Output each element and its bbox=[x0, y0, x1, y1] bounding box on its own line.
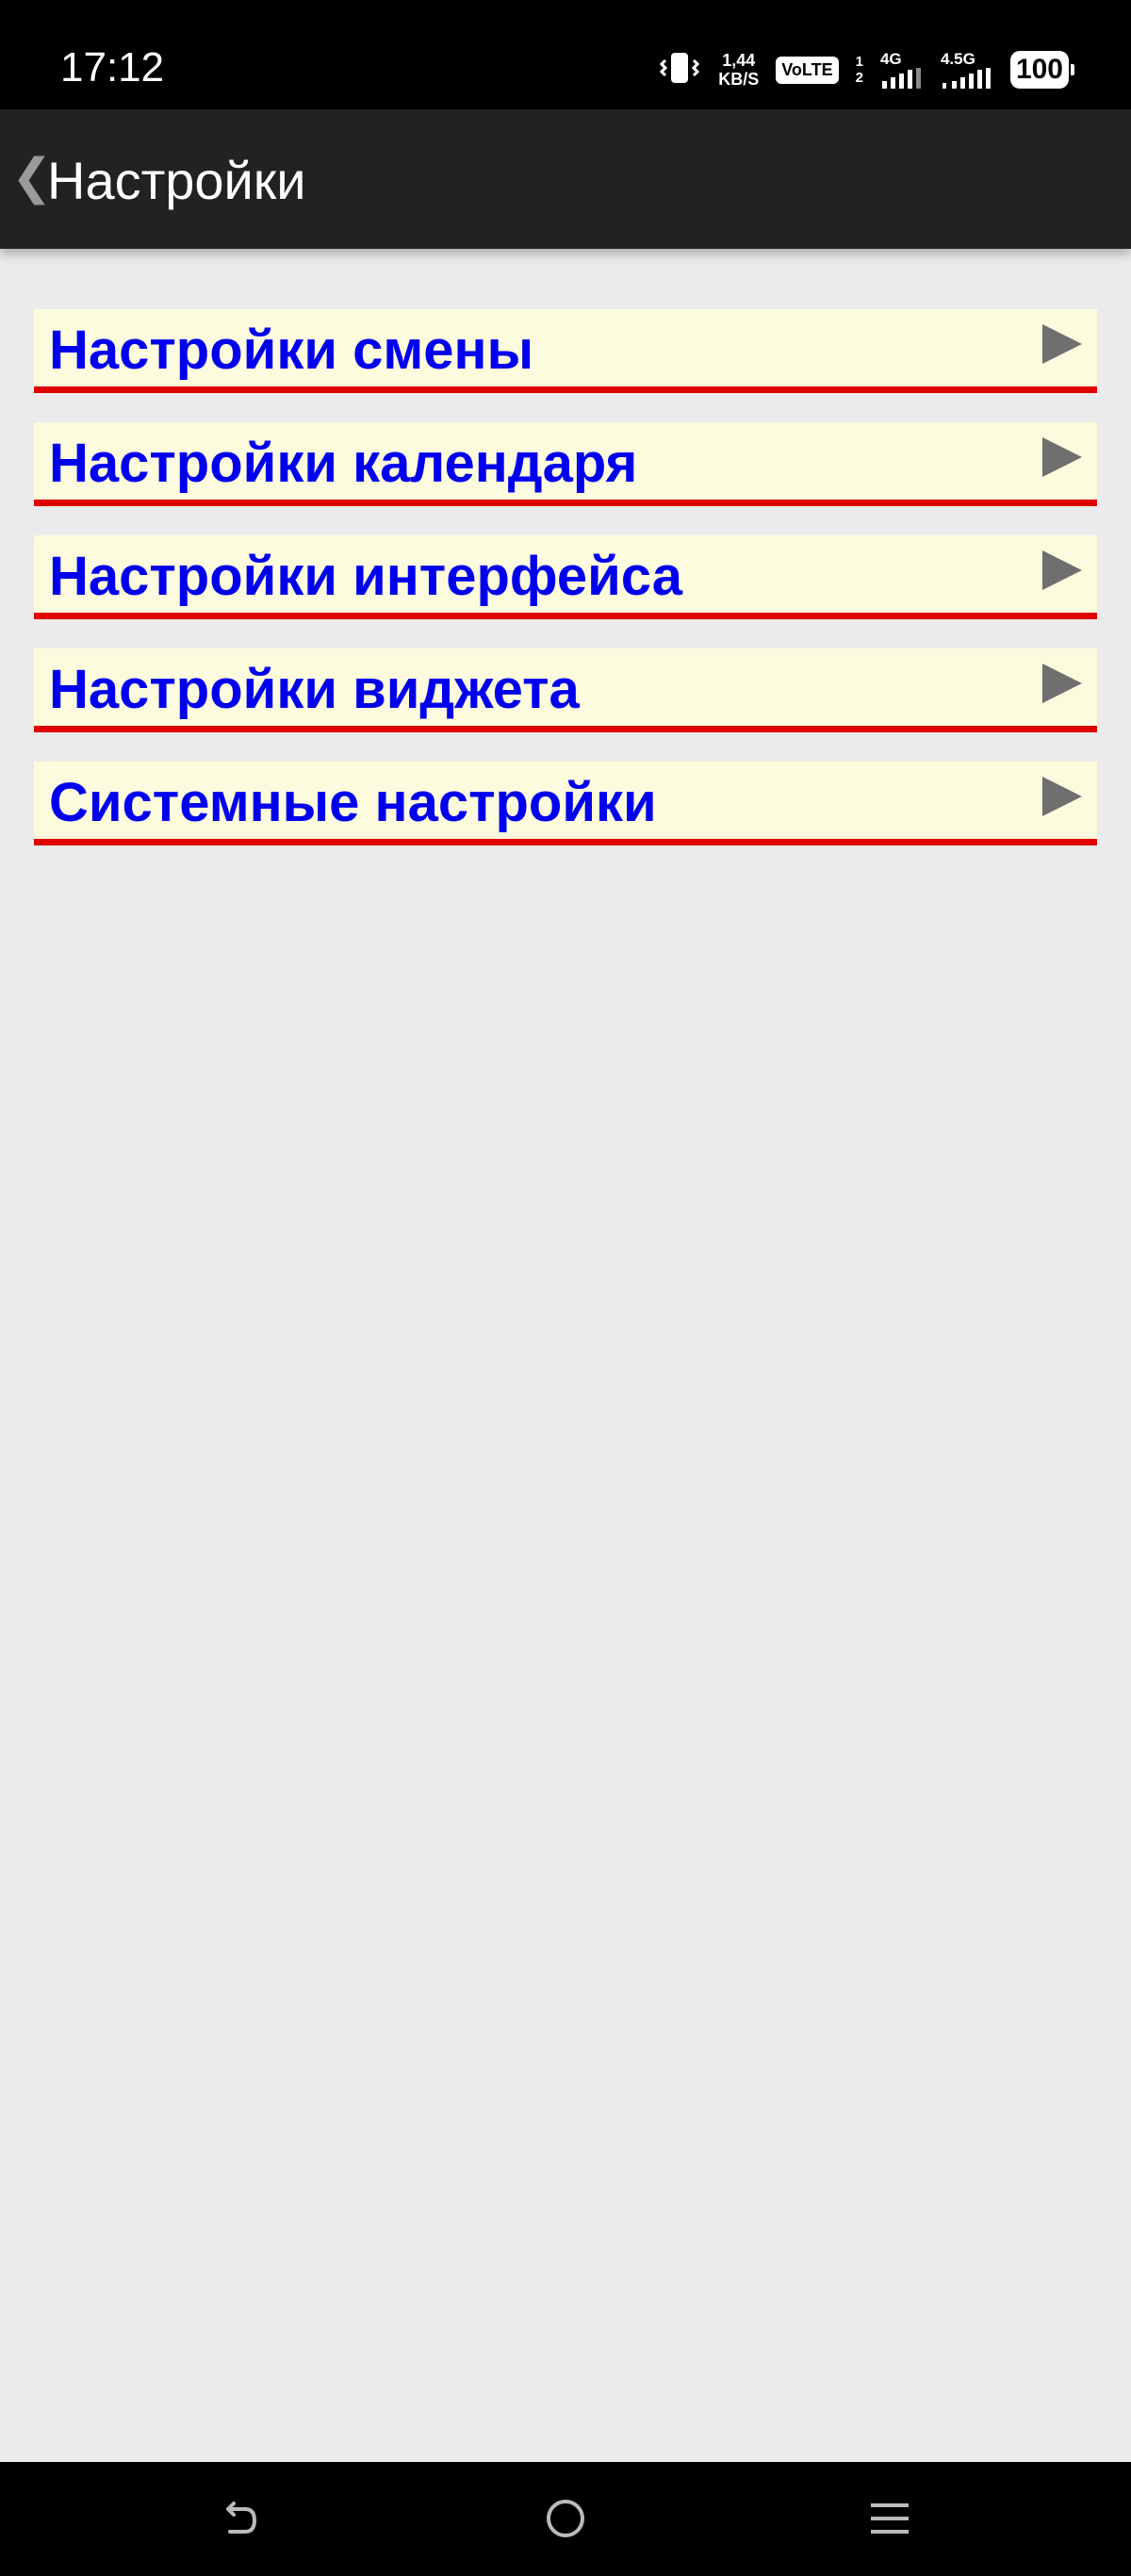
play-arrow-icon bbox=[1042, 437, 1082, 477]
menu-item-shift-settings[interactable]: Настройки смены bbox=[34, 309, 1097, 393]
play-arrow-icon bbox=[1042, 550, 1082, 590]
battery-level: 100 bbox=[1009, 51, 1069, 89]
menu-item-widget-settings[interactable]: Настройки виджета bbox=[34, 648, 1097, 732]
home-circle-icon[interactable] bbox=[537, 2490, 594, 2547]
play-arrow-icon bbox=[1042, 664, 1082, 703]
volte-badge: VoLTE bbox=[776, 56, 839, 84]
vibrate-icon bbox=[658, 49, 701, 91]
menu-item-interface-settings[interactable]: Настройки интерфейса bbox=[34, 535, 1097, 619]
sim-indicators: 1 2 bbox=[856, 54, 863, 86]
battery-indicator: 100 bbox=[1009, 51, 1074, 89]
sim-1-label: 1 bbox=[855, 54, 863, 70]
page-title: Настройки bbox=[47, 151, 306, 210]
sim-2-label: 2 bbox=[855, 70, 863, 86]
signal-sim-1: 4G bbox=[880, 51, 924, 89]
network-type-2: 4.5G bbox=[940, 50, 975, 68]
signal-bars-icon bbox=[942, 68, 991, 89]
status-bar: 17:12 1,44 KB/S VoLTE 1 2 4G 4.5G 100 bbox=[0, 0, 1131, 109]
menu-item-calendar-settings[interactable]: Настройки календаря bbox=[34, 422, 1097, 506]
network-speed: 1,44 KB/S bbox=[718, 51, 759, 89]
network-speed-unit: KB/S bbox=[718, 70, 760, 89]
network-speed-value: 1,44 bbox=[722, 51, 756, 70]
signal-bars-icon bbox=[881, 68, 921, 89]
network-type-1: 4G bbox=[879, 50, 902, 68]
signal-sim-2: 4.5G bbox=[941, 51, 993, 89]
settings-menu: Настройки смены Настройки календаря Наст… bbox=[34, 309, 1097, 875]
recents-menu-icon[interactable] bbox=[861, 2490, 918, 2547]
menu-item-label: Настройки календаря bbox=[49, 433, 638, 494]
menu-item-label: Системные настройки bbox=[49, 772, 657, 833]
menu-item-label: Настройки интерфейса bbox=[49, 546, 683, 607]
menu-item-system-settings[interactable]: Системные настройки bbox=[34, 762, 1097, 845]
status-time: 17:12 bbox=[60, 44, 165, 90]
back-icon[interactable] bbox=[211, 2490, 268, 2547]
navigation-bar bbox=[0, 2462, 1131, 2576]
play-arrow-icon bbox=[1042, 777, 1082, 816]
menu-item-label: Настройки виджета bbox=[49, 659, 580, 720]
battery-tip bbox=[1071, 64, 1074, 75]
play-arrow-icon bbox=[1042, 324, 1082, 364]
menu-item-label: Настройки смены bbox=[49, 320, 534, 381]
status-icons: 1,44 KB/S VoLTE 1 2 4G 4.5G 100 bbox=[658, 43, 1074, 96]
app-bar: ❮ Настройки bbox=[0, 109, 1131, 249]
